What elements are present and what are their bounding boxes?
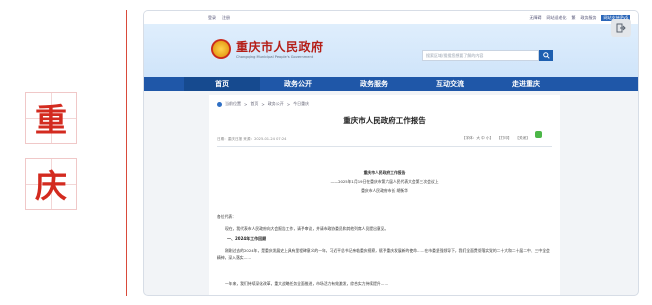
location-pin-icon	[217, 101, 222, 107]
article-panel: 当前位置 > 首页 > 政务公开 > 今日重庆 重庆市人民政府工作报告 日期：重…	[209, 95, 560, 295]
search-button[interactable]	[539, 50, 553, 61]
top-links: 登录 注册	[208, 15, 230, 21]
article-intro: 现在，我代表市人民政府向大会报告工作，请予审议，并请市政协委员和其他列席人员提出…	[225, 226, 389, 231]
heading-line-3: 重庆市人民政府市长 胡衡华	[361, 188, 408, 193]
breadcrumb-home[interactable]: 首页	[250, 101, 258, 107]
decoration-char-1: 重	[34, 101, 67, 139]
article-greeting: 各位代表：	[217, 214, 236, 219]
article-tools: 【字体：大 中 小】 【打印】 【关闭】	[462, 136, 530, 141]
nav-interaction[interactable]: 互动交流	[412, 77, 488, 91]
logout-icon	[616, 23, 626, 33]
article-heading-block: 重庆市人民政府工作报告 ——2025年1月19日在重庆市第六届人民代表大会第三次…	[209, 168, 560, 195]
login-link[interactable]: 登录	[208, 15, 216, 21]
red-divider-line	[126, 10, 127, 296]
nav-about-chongqing[interactable]: 走进重庆	[488, 77, 564, 91]
breadcrumb: 当前位置 > 首页 > 政务公开 > 今日重庆	[217, 101, 309, 107]
heading-line-1: 重庆市人民政府工作报告	[363, 170, 406, 175]
search-icon	[542, 52, 550, 59]
article-paragraph-1: 刚刚过去的2024年，是重庆发展史上具有里程碑意义的一年，习近平总书记亲临重庆视…	[217, 248, 550, 260]
nav-gov-affairs[interactable]: 政务公开	[260, 77, 336, 91]
register-link[interactable]: 注册	[222, 15, 230, 21]
gov-service-link[interactable]: 政务服务	[580, 15, 596, 21]
font-size-control[interactable]: 【字体：大 中 小】	[462, 136, 493, 141]
heading-line-2: ——2025年1月19日在重庆市第六届人民代表大会第三次会议上	[330, 179, 439, 184]
article-divider	[217, 146, 552, 147]
section-heading-1: 一、2024年工作回顾	[227, 236, 267, 241]
elderly-mode-link[interactable]: 网站适老化	[546, 15, 566, 21]
site-subtitle: Chongqing Municipal People's Government	[236, 55, 314, 59]
article-paragraph-2: 一年来，我们持续深化改革，重大战略任务全面推进，市场活力有效激发，综合实力持续提…	[225, 281, 389, 286]
website-screenshot: 登录 注册 无障碍 网站适老化 繁 政务服务 网站支持IPv6 重庆市人民政府 …	[143, 10, 639, 296]
top-bar: 登录 注册 无障碍 网站适老化 繁 政务服务 网站支持IPv6	[144, 11, 638, 24]
accessibility-link[interactable]: 无障碍	[529, 15, 541, 21]
decoration-char-box-1: 重	[25, 92, 77, 144]
site-title[interactable]: 重庆市人民政府	[236, 38, 324, 55]
national-emblem-icon	[211, 39, 231, 59]
article-meta: 日期：重庆日报 来源：2025-01-24 07:24	[217, 137, 287, 141]
print-button[interactable]: 【打印】	[497, 136, 511, 141]
breadcrumb-gov-affairs[interactable]: 政务公开	[268, 101, 284, 107]
site-header: 重庆市人民政府 Chongqing Municipal People's Gov…	[144, 24, 638, 77]
nav-home[interactable]: 首页	[184, 77, 260, 91]
search-input[interactable]: 搜索区域/搜搜您想要了解的内容	[422, 50, 539, 61]
decoration-char-2: 庆	[34, 167, 67, 205]
nav-gov-services[interactable]: 政务服务	[336, 77, 412, 91]
close-button[interactable]: 【关闭】	[515, 136, 529, 141]
exit-icon[interactable]	[611, 19, 631, 37]
article-title: 重庆市人民政府工作报告	[343, 116, 426, 125]
breadcrumb-label: 当前位置	[225, 101, 241, 106]
breadcrumb-today[interactable]: 今日重庆	[293, 101, 309, 107]
decoration-char-box-2: 庆	[25, 158, 77, 210]
main-nav: 首页 政务公开 政务服务 互动交流 走进重庆	[144, 77, 638, 91]
screenshot-root: 重 庆 登录 注册 无障碍 网站适老化 繁 政务服务 网站支持IPv6 重庆市人…	[0, 0, 652, 305]
traditional-chinese-link[interactable]: 繁	[571, 15, 575, 21]
wechat-share-icon[interactable]	[535, 131, 542, 138]
